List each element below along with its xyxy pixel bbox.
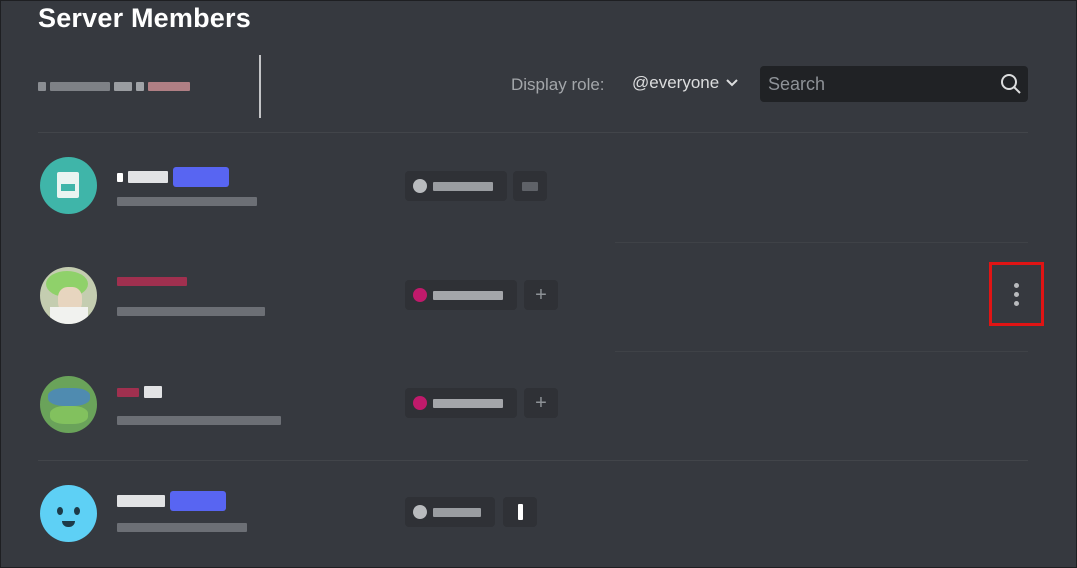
add-role-button[interactable]: + [524,280,558,310]
member-name-redacted [117,386,162,398]
search-input[interactable] [768,73,1000,95]
role-color-dot [413,288,427,302]
role-color-dot [413,505,427,519]
add-role-button[interactable]: + [524,388,558,418]
member-row[interactable] [0,463,1077,563]
list-divider [38,132,1028,133]
member-name-redacted [117,167,229,187]
member-row[interactable] [0,135,1077,235]
search-icon[interactable] [1000,73,1022,95]
avatar[interactable] [40,267,97,324]
avatar[interactable] [40,376,97,433]
row-divider [615,242,1028,243]
role-filter-value: @everyone [632,73,720,92]
page-title: Server Members [38,3,251,33]
role-color-dot [413,179,427,193]
role-chip[interactable] [405,280,517,310]
avatar[interactable] [40,157,97,214]
header-divider [259,55,261,118]
more-vertical-icon-dot [1014,291,1019,297]
role-color-dot [413,396,427,410]
member-name-redacted [117,277,187,286]
member-count-redacted [38,79,190,93]
avatar[interactable] [40,485,97,542]
plus-icon: + [535,283,547,306]
role-chip[interactable] [405,171,507,201]
add-role-button[interactable] [513,171,547,201]
member-name-redacted [117,491,226,511]
more-vertical-icon [1014,282,1019,288]
member-row[interactable]: + [0,354,1077,454]
role-filter-dropdown[interactable]: @everyone [632,73,739,93]
row-divider [38,460,1028,461]
display-role-label: Display role: [511,75,605,94]
member-tag-redacted [117,307,265,316]
member-row[interactable]: + [0,245,1077,345]
more-vertical-icon-dot [1014,300,1019,306]
row-divider [615,351,1028,352]
member-tag-redacted [117,197,257,206]
more-options-button[interactable] [989,262,1044,326]
bot-badge [170,491,226,511]
add-role-button[interactable] [503,497,537,527]
member-tag-redacted [117,416,281,425]
plus-icon: + [535,391,547,414]
role-chip[interactable] [405,388,517,418]
bot-badge [173,167,229,187]
role-chip[interactable] [405,497,495,527]
search-box[interactable] [760,66,1028,102]
chevron-down-icon [725,78,739,88]
member-tag-redacted [117,523,247,532]
